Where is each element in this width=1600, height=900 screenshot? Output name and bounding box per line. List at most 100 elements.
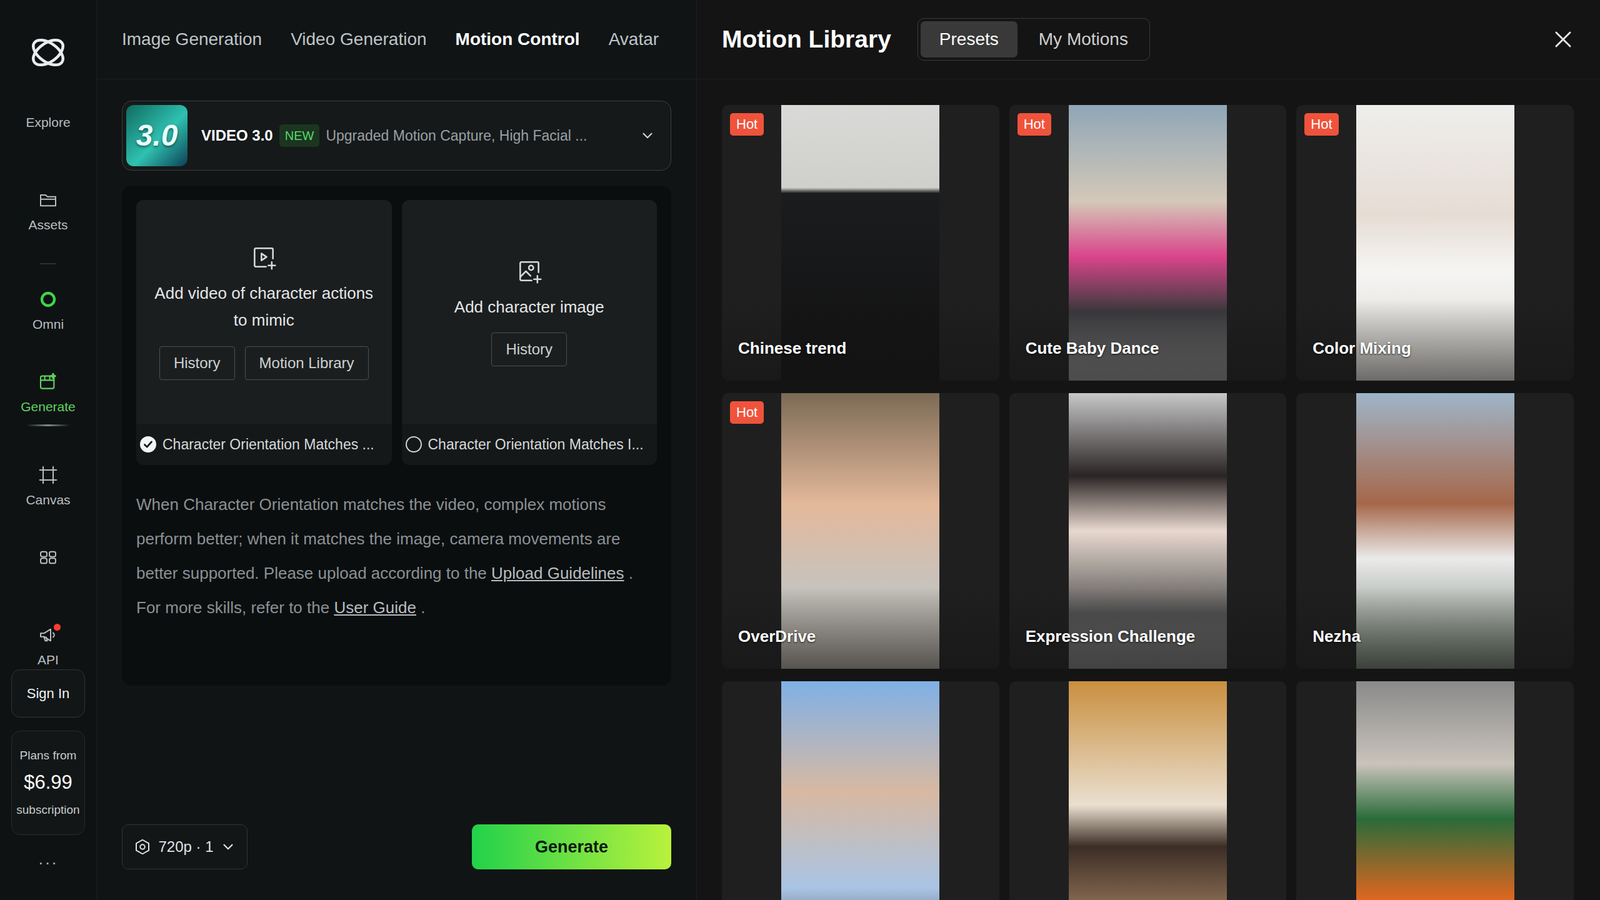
model-selector[interactable]: 3.0 VIDEO 3.0NEWUpgraded Motion Capture, …	[121, 100, 672, 171]
motion-card[interactable]: Expression Challenge	[1009, 393, 1287, 669]
notification-dot	[53, 623, 61, 631]
info-segment: .	[416, 598, 425, 617]
sidebar-item[interactable]: Assets	[28, 190, 68, 235]
logo-icon[interactable]	[25, 30, 71, 75]
upload-buttons: History Motion Library	[159, 346, 369, 380]
sidebar-item[interactable]: API	[37, 625, 59, 670]
control-panel: Image Generation Video Generation Motion C…	[96, 0, 697, 900]
model-name: VIDEO 3.0	[201, 124, 274, 147]
generate-icon	[38, 371, 59, 392]
sidebar-label: Explore	[25, 112, 70, 133]
orientation-label: Character Orientation Matches I...	[428, 433, 644, 456]
hot-badge: Hot	[730, 401, 764, 424]
library-tab[interactable]: My Motions	[1020, 21, 1147, 58]
motion-library: Motion LibraryPresetsMy Motions Chinese t…	[696, 0, 1600, 900]
sidebar-item[interactable]: Canvas	[25, 465, 70, 510]
sidebar-item[interactable]: Generate	[20, 371, 76, 426]
motion-card[interactable]	[1009, 681, 1287, 900]
info-link[interactable]: User Guide	[333, 598, 417, 617]
info-link[interactable]: Upload Guidelines	[491, 563, 624, 583]
upload-dropzone[interactable]: Add video of character actions to mimic H…	[136, 200, 392, 424]
sidebar-item[interactable]: Explore	[25, 112, 70, 152]
new-tag: NEW	[279, 124, 320, 147]
upload-title: Add character image	[454, 293, 605, 321]
upload-option-button[interactable]: Motion Library	[245, 346, 369, 380]
motion-preview	[1356, 681, 1515, 900]
plan-price: $6.99	[23, 768, 73, 798]
app-shell: Explore Assets Omni Generate Canvas APISign I…	[0, 0, 1600, 900]
plan-prefix: Plans from	[20, 746, 77, 765]
info-text: When Character Orientation matches the v…	[136, 487, 657, 625]
sidebar-label: Canvas	[25, 490, 70, 510]
motion-card[interactable]: Color Mixing Hot	[1296, 105, 1574, 381]
mode-tab[interactable]: Image Generation	[121, 26, 262, 53]
orientation-option[interactable]: Character Orientation Matches ...	[136, 423, 392, 465]
orientation-option[interactable]: Character Orientation Matches I...	[401, 423, 658, 465]
sidebar-divider	[40, 263, 57, 265]
upload-buttons: History	[491, 332, 567, 367]
active-indicator	[26, 424, 70, 427]
motion-name: OverDrive	[738, 624, 816, 649]
action-bar: 720p · 1 Generate	[96, 824, 697, 900]
motion-name: Chinese trend	[738, 336, 847, 361]
radio-button[interactable]	[140, 436, 157, 453]
upload-card: Add character image History Character Orie…	[401, 200, 658, 465]
sidebar-label: API	[37, 650, 59, 670]
radio-button[interactable]	[405, 436, 422, 453]
sign-in-button[interactable]: Sign In	[11, 669, 85, 718]
sidebar-bottom: Sign In Plans from $6.99 subscription ···	[11, 669, 85, 875]
chevron-down-icon	[220, 838, 237, 855]
sidebar-item[interactable]	[38, 547, 59, 587]
folder-icon	[38, 190, 59, 210]
motion-card[interactable]: Nezha	[1296, 393, 1574, 669]
motion-card[interactable]: Cute Baby Dance Hot	[1009, 105, 1287, 381]
mode-tab[interactable]: Video Generation	[290, 26, 427, 53]
motion-card[interactable]: Chinese trend Hot	[721, 105, 1000, 381]
motion-card[interactable]: OverDrive Hot	[721, 393, 1000, 669]
mode-tab[interactable]: Motion Control	[455, 26, 580, 53]
motion-preview	[781, 681, 940, 900]
upload-area: Add video of character actions to mimic H…	[121, 185, 672, 686]
hot-badge: Hot	[730, 113, 764, 136]
canvas-icon	[38, 465, 59, 485]
sidebar: Explore Assets Omni Generate Canvas APISign I…	[0, 0, 97, 900]
quality-label: 720p · 1	[158, 835, 214, 859]
close-icon[interactable]	[1551, 27, 1575, 52]
motion-name: Nezha	[1312, 624, 1361, 649]
hot-badge: Hot	[1304, 113, 1339, 136]
motion-name: Expression Challenge	[1025, 624, 1196, 649]
generate-button[interactable]: Generate	[471, 824, 672, 870]
more-button[interactable]: ···	[38, 850, 59, 875]
motion-name: Cute Baby Dance	[1025, 336, 1160, 361]
library-header: Motion LibraryPresetsMy Motions	[696, 0, 1600, 80]
library-tab[interactable]: Presets	[920, 21, 1018, 58]
motion-card[interactable]	[1296, 681, 1574, 900]
model-description: Upgraded Motion Capture, High Facial ...	[325, 125, 634, 147]
upload-option-button[interactable]: History	[159, 346, 235, 380]
library-tabs: PresetsMy Motions	[917, 18, 1150, 61]
motion-name: Color Mixing	[1312, 336, 1411, 361]
hot-badge: Hot	[1017, 113, 1052, 136]
orientation-label: Character Orientation Matches ...	[162, 433, 375, 456]
chevron-down-icon	[639, 127, 656, 144]
upload-cards: Add video of character actions to mimic H…	[136, 200, 657, 465]
mode-tabs: Image Generation Video Generation Motion C…	[96, 0, 697, 80]
upload-dropzone[interactable]: Add character image History	[401, 200, 658, 424]
motion-card[interactable]	[721, 681, 1000, 900]
quality-select[interactable]: 720p · 1	[121, 824, 248, 870]
sidebar-label: Generate	[20, 396, 76, 417]
plan-suffix: subscription	[16, 801, 80, 820]
mode-tab[interactable]: Avatar	[608, 26, 659, 53]
model-badge: 3.0	[126, 105, 188, 167]
video-upload-icon	[250, 243, 278, 272]
upload-title: Add video of character actions to mimic	[148, 280, 380, 334]
grid-icon	[38, 547, 59, 568]
image-upload-icon	[515, 257, 544, 285]
upload-option-button[interactable]: History	[491, 332, 567, 367]
plan-card[interactable]: Plans from $6.99 subscription	[11, 730, 85, 835]
quality-icon	[133, 837, 152, 857]
omni-ring-icon	[38, 289, 59, 310]
upload-card: Add video of character actions to mimic H…	[136, 200, 392, 465]
sidebar-item[interactable]: Omni	[32, 289, 64, 334]
sidebar-label: Omni	[32, 314, 64, 335]
